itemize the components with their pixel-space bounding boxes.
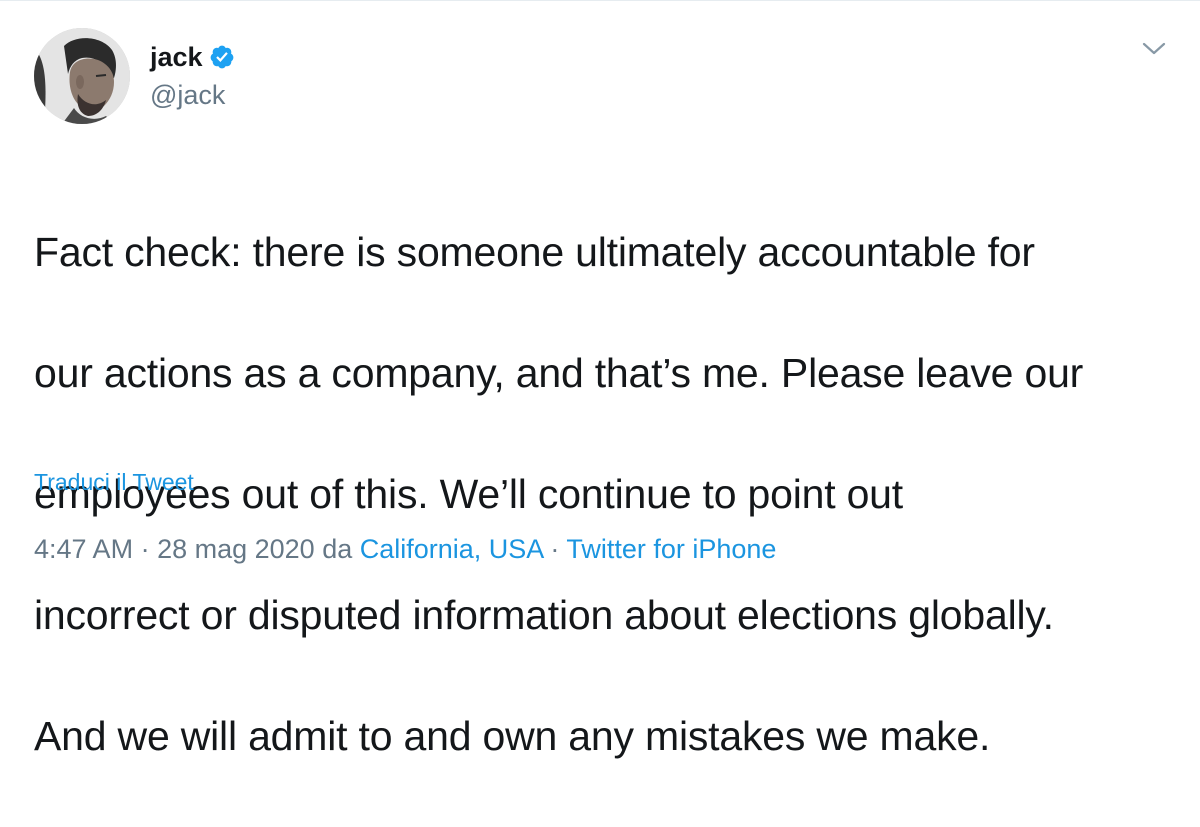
tweet-time[interactable]: 4:47 AM	[34, 534, 133, 564]
tweet-date[interactable]: 28 mag 2020	[157, 534, 315, 564]
author-handle[interactable]: @jack	[150, 77, 225, 113]
avatar[interactable]	[34, 28, 130, 124]
tweet-text-line: Fact check: there is someone ultimately …	[34, 228, 1035, 275]
author-name-row[interactable]: jack	[150, 39, 235, 75]
translate-tweet-link[interactable]: Traduci il Tweet	[34, 466, 194, 498]
verified-badge-icon	[209, 44, 235, 70]
chevron-down-icon[interactable]	[1138, 37, 1170, 61]
tweet-metadata: 4:47 AM · 28 mag 2020 da California, USA…	[34, 531, 776, 567]
meta-separator: ·	[542, 534, 567, 564]
tweet-text-line: incorrect or disputed information about …	[34, 591, 1054, 638]
avatar-photo	[34, 28, 130, 124]
tweet-text-line: And we will admit to and own any mistake…	[34, 712, 991, 759]
tweet-source-link[interactable]: Twitter for iPhone	[566, 534, 776, 564]
tweet-location-link[interactable]: California, USA	[360, 534, 543, 564]
tweet-card: jack @jack Fact check: there is someone …	[0, 0, 1200, 759]
tweet-text-line: our actions as a company, and that’s me.…	[34, 349, 1084, 396]
tweet-text-line: employees out of this. We’ll continue to…	[34, 470, 903, 517]
tweet-text: Fact check: there is someone ultimately …	[34, 161, 1174, 827]
display-name[interactable]: jack	[150, 39, 203, 75]
meta-separator: ·	[133, 534, 158, 564]
meta-from-label: da	[314, 534, 360, 564]
